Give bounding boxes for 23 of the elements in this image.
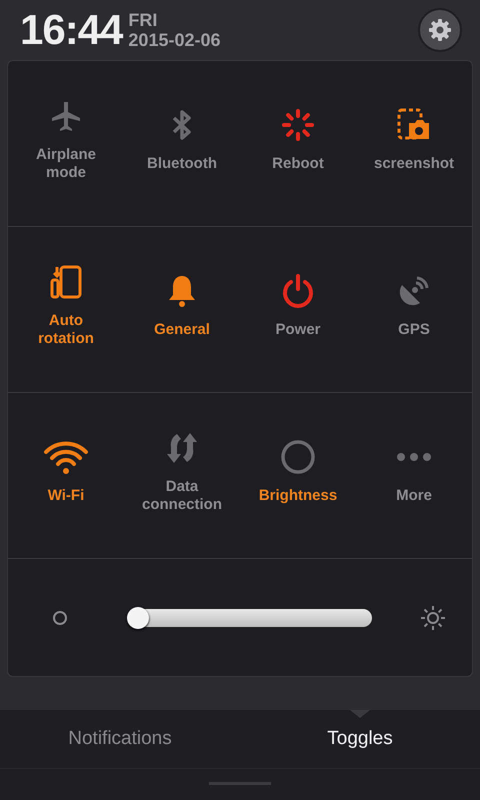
date: 2015-02-06 <box>128 30 220 50</box>
toggle-tile[interactable]: General <box>124 227 240 393</box>
settings-icon <box>428 18 452 42</box>
toggle-tile[interactable]: Bluetooth <box>124 61 240 227</box>
toggle-tile[interactable]: Auto rotation <box>8 227 124 393</box>
toggle-tile[interactable]: Brightness <box>240 393 356 559</box>
slider-thumb[interactable] <box>126 606 149 628</box>
toggle-tile[interactable]: Reboot <box>240 61 356 227</box>
toggle-tile[interactable]: GPS <box>356 227 472 393</box>
brightness-slider[interactable] <box>128 608 372 626</box>
toggle-tile[interactable]: Data connection <box>124 393 240 559</box>
clock-time: 16:44 <box>20 6 122 54</box>
toggle-tile[interactable]: screenshot <box>356 61 472 227</box>
dim-brightness-icon <box>52 610 68 626</box>
toggle-tile[interactable]: Power <box>240 227 356 393</box>
toggle-tile[interactable]: Airplane mode <box>8 61 124 227</box>
toggle-tile[interactable]: More <box>356 393 472 559</box>
settings-button[interactable] <box>418 8 462 52</box>
tab[interactable]: Toggles <box>240 710 480 768</box>
tab[interactable]: Notifications <box>0 710 240 768</box>
sun-icon <box>420 604 446 630</box>
weekday: FRI <box>128 10 158 30</box>
toggle-tile[interactable]: Wi-Fi <box>8 393 124 559</box>
